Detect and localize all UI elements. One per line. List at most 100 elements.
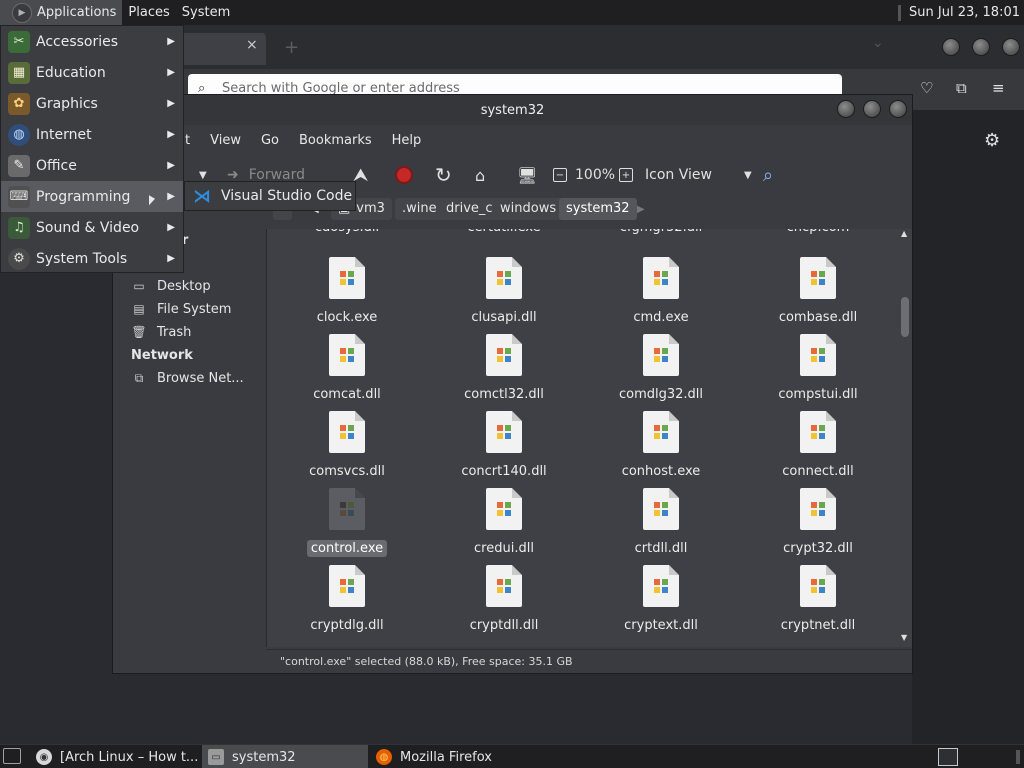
file-view[interactable]: cdosys.dll certutil.exe cfgmgr32.dll chcp.c… (266, 229, 912, 647)
workspace-switcher[interactable] (938, 748, 958, 766)
file-item[interactable]: comcat.dll (277, 332, 417, 409)
scroll-down-icon[interactable]: ▼ (901, 633, 907, 642)
file-icon (800, 334, 836, 376)
file-item[interactable]: credui.dll (434, 486, 574, 563)
menu-go[interactable]: Go (251, 133, 289, 148)
file-item[interactable]: clusapi.dll (434, 255, 574, 332)
task-label: [Arch Linux – How t... (60, 749, 199, 765)
education-icon: ▦ (8, 61, 30, 84)
file-item[interactable]: conhost.exe (591, 409, 731, 486)
search-icon[interactable]: ⌕ (763, 155, 773, 195)
menu-item-office[interactable]: ✎ Office ▶ (1, 150, 183, 181)
path-right-arrow-icon[interactable]: ▶ (637, 189, 645, 229)
menu-bookmarks[interactable]: Bookmarks (289, 133, 382, 148)
applications-logo-icon: ▶ (12, 2, 32, 23)
task-browser[interactable]: ◉ [Arch Linux – How t... (30, 745, 200, 768)
menu-item-education[interactable]: ▦ Education ▶ (1, 57, 183, 88)
chevron-down-icon: ▼ (743, 169, 752, 181)
file-item[interactable]: cmd.exe (591, 255, 731, 332)
close-tab-icon[interactable]: × (246, 37, 258, 53)
file-item[interactable]: connect.dll (748, 409, 888, 486)
maximize-button[interactable] (972, 38, 990, 56)
file-item[interactable]: comsvcs.dll (277, 409, 417, 486)
file-icon (800, 257, 836, 299)
task-system32[interactable]: ▭ system32 (202, 745, 368, 768)
window-titlebar[interactable]: system32 (113, 95, 912, 125)
new-tab-icon[interactable]: + (284, 37, 299, 58)
minimize-button[interactable] (837, 100, 855, 118)
file-icon (329, 488, 365, 530)
places-menu-button[interactable]: Places (122, 0, 175, 25)
file-item[interactable]: cryptdll.dll (434, 563, 574, 640)
menu-item-label: Programming (36, 188, 131, 205)
file-item[interactable]: comctl32.dll (434, 332, 574, 409)
file-item[interactable]: compstui.dll (748, 332, 888, 409)
pocket-icon[interactable]: ♡ (920, 79, 933, 97)
file-item[interactable]: crtdll.dll (591, 486, 731, 563)
gear-icon[interactable]: ⚙ (984, 130, 1000, 151)
file-name: comctl32.dll (464, 387, 544, 402)
view-mode-select[interactable]: Icon View ▼ (645, 155, 752, 195)
menu-item-internet[interactable]: ◍ Internet ▶ (1, 119, 183, 150)
clock[interactable]: Sun Jul 23, 18:01 (898, 0, 1020, 25)
menu-item-visual-studio-code[interactable]: ⋊ Visual Studio Code (185, 182, 355, 210)
minimize-button[interactable] (942, 38, 960, 56)
sidebar-item-file-system[interactable]: ▤ File System (131, 298, 231, 320)
hamburger-menu-icon[interactable]: ≡ (992, 79, 1005, 97)
file-item[interactable]: cfgmgr32.dll (591, 229, 731, 241)
sidebar-item-desktop[interactable]: ▭ Desktop (131, 275, 210, 297)
menu-item-accessories[interactable]: ✂ Accessories ▶ (1, 26, 183, 57)
file-item[interactable]: certutil.exe (434, 229, 574, 241)
file-item[interactable]: crypt32.dll (748, 486, 888, 563)
extensions-icon[interactable]: ⧉ (956, 79, 967, 97)
task-label: system32 (232, 749, 296, 765)
path-crumb-drive-c[interactable]: drive_c (439, 198, 500, 220)
maximize-button[interactable] (863, 100, 881, 118)
file-item[interactable]: concrt140.dll (434, 409, 574, 486)
close-button[interactable] (889, 100, 907, 118)
taskbar: ◉ [Arch Linux – How t... ▭ system32 ◍ Mo… (0, 744, 1024, 768)
chevron-down-icon[interactable]: ⌄ (872, 35, 884, 51)
menu-item-sound-video[interactable]: ♫ Sound & Video ▶ (1, 212, 183, 243)
sidebar-item-trash[interactable]: 🗑 Trash (131, 321, 191, 343)
file-item[interactable]: control.exe (277, 486, 417, 563)
home-icon[interactable]: ⌂ (475, 155, 485, 195)
stop-button[interactable] (395, 155, 413, 195)
scrollbar-thumb[interactable] (901, 297, 909, 337)
reload-icon[interactable]: ↻ (435, 155, 452, 195)
file-item[interactable]: cryptext.dll (591, 563, 731, 640)
firefox-icon: ◍ (376, 749, 392, 765)
file-item[interactable]: chcp.com (748, 229, 888, 241)
file-item[interactable]: cryptnet.dll (748, 563, 888, 640)
path-crumb-wine[interactable]: .wine (395, 198, 444, 220)
submenu-arrow-icon: ▶ (167, 36, 175, 47)
computer-icon[interactable]: 🖥 (517, 155, 537, 195)
chromium-icon: ◉ (36, 749, 52, 765)
path-crumb-system32[interactable]: system32 (559, 198, 637, 220)
scroll-up-icon[interactable]: ▲ (901, 229, 907, 238)
close-button[interactable] (1002, 38, 1020, 56)
zoom-out-button[interactable]: − (553, 155, 567, 195)
file-name: cdosys.dll (311, 229, 383, 236)
applications-menu-button[interactable]: ▶ Applications (0, 0, 123, 25)
file-item[interactable]: cryptdlg.dll (277, 563, 417, 640)
file-item[interactable]: cdosys.dll (277, 229, 417, 241)
sidebar-item-browse-network[interactable]: ⧉ Browse Net... (131, 367, 244, 389)
file-name: chcp.com (783, 229, 854, 236)
file-item[interactable]: comdlg32.dll (591, 332, 731, 409)
file-item[interactable]: clock.exe (277, 255, 417, 332)
menu-view[interactable]: View (200, 133, 251, 148)
system-menu-button[interactable]: System (176, 0, 236, 25)
menu-item-programming[interactable]: ⌨ Programming ▶ (1, 181, 183, 212)
show-desktop-icon[interactable] (3, 748, 21, 764)
menu-help[interactable]: Help (382, 133, 432, 148)
task-firefox[interactable]: ◍ Mozilla Firefox (370, 745, 536, 768)
scrollbar[interactable]: ▲ ▼ (900, 229, 910, 643)
file-icon (643, 488, 679, 530)
zoom-in-button[interactable]: + (619, 155, 633, 195)
zoom-out-icon: − (553, 168, 567, 182)
menu-item-graphics[interactable]: ✿ Graphics ▶ (1, 88, 183, 119)
menu-item-system-tools[interactable]: ⚙ System Tools ▶ (1, 243, 183, 274)
path-crumb-windows[interactable]: windows (493, 198, 564, 220)
file-item[interactable]: combase.dll (748, 255, 888, 332)
